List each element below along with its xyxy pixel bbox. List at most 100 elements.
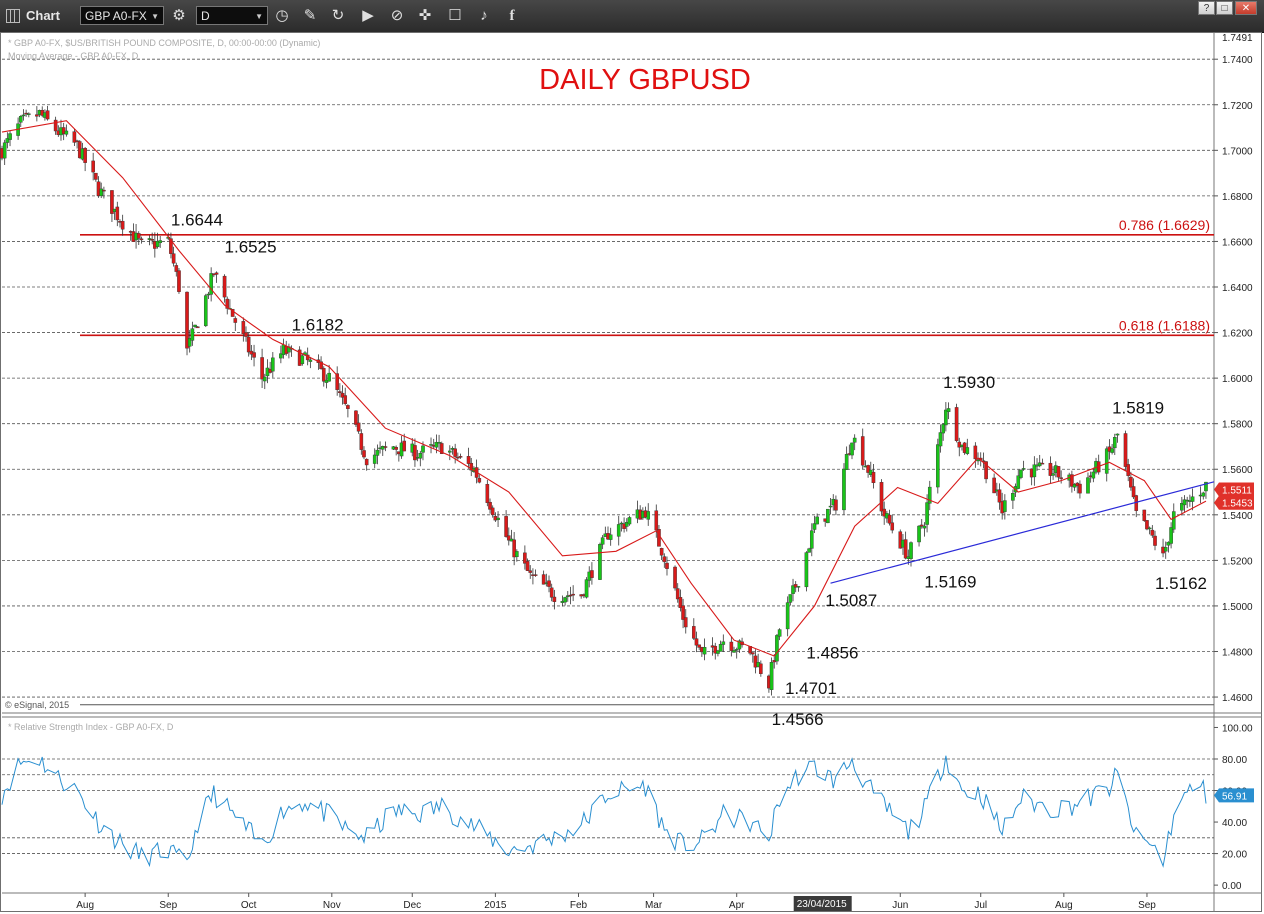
candle-body bbox=[490, 507, 495, 516]
candle-body bbox=[659, 548, 664, 556]
candle-body bbox=[804, 552, 809, 588]
candle-body bbox=[94, 172, 98, 180]
x-tick-label: Aug bbox=[76, 900, 94, 911]
candle-body bbox=[375, 449, 380, 456]
candle-body bbox=[922, 525, 927, 529]
candle-body bbox=[890, 522, 895, 531]
candle bbox=[616, 515, 621, 546]
chart-canvas[interactable]: 0.786 (1.6629) 0.618 (1.6188) 1.66441.652… bbox=[0, 0, 1264, 914]
candle-body bbox=[458, 456, 463, 458]
candle-body bbox=[203, 295, 208, 327]
candle bbox=[225, 296, 230, 315]
rsi-header: * Relative Strength Index - GBP A0-FX, D bbox=[8, 722, 174, 732]
candle-body bbox=[834, 499, 838, 511]
candle bbox=[608, 527, 613, 546]
price-annotation: 1.5087 bbox=[825, 591, 877, 610]
candle-body bbox=[788, 594, 793, 603]
candle bbox=[364, 458, 369, 471]
candle-body bbox=[1051, 473, 1055, 476]
candle bbox=[590, 562, 594, 585]
price-annotation: 1.5819 bbox=[1112, 398, 1164, 417]
candle-body bbox=[362, 450, 366, 458]
candle-body bbox=[343, 395, 348, 404]
candle bbox=[917, 525, 921, 547]
candle bbox=[1134, 494, 1139, 518]
candle-body bbox=[271, 357, 275, 372]
price-tick-label: 1.5800 bbox=[1222, 420, 1253, 431]
candle-body bbox=[171, 253, 176, 264]
candle-body bbox=[102, 189, 106, 192]
candle-body bbox=[466, 456, 471, 464]
candle-body bbox=[954, 407, 959, 441]
candle bbox=[842, 463, 846, 515]
candle-body bbox=[485, 484, 490, 503]
candle-body bbox=[860, 436, 865, 466]
price-tick-label: 1.6600 bbox=[1222, 237, 1253, 248]
candle bbox=[260, 348, 264, 388]
candle-body bbox=[244, 332, 248, 337]
candle bbox=[1011, 489, 1015, 509]
candle-body bbox=[590, 570, 594, 578]
candle bbox=[252, 344, 256, 367]
candle bbox=[973, 442, 978, 468]
x-tick-label: Feb bbox=[570, 900, 588, 911]
candle-body bbox=[871, 471, 876, 484]
candle-body bbox=[887, 514, 892, 524]
candle-body bbox=[515, 551, 519, 558]
candle bbox=[1040, 458, 1045, 465]
last-price-tag: 1.5511 bbox=[1214, 482, 1254, 497]
candle bbox=[936, 438, 940, 494]
candle-body bbox=[1126, 464, 1130, 476]
candle bbox=[346, 404, 350, 418]
candle-body bbox=[1153, 535, 1157, 546]
candle-body bbox=[826, 508, 830, 524]
candle-body bbox=[158, 240, 163, 244]
candle bbox=[692, 618, 696, 641]
candle-body bbox=[496, 517, 500, 520]
candle-body bbox=[354, 410, 358, 425]
price-tick-label: 1.6800 bbox=[1222, 192, 1253, 203]
candle-body bbox=[549, 587, 554, 598]
candle bbox=[496, 511, 500, 527]
candle-body bbox=[769, 662, 774, 690]
x-tick-label: Aug bbox=[1055, 900, 1073, 911]
price-annotation: 1.6182 bbox=[292, 316, 344, 335]
candle-body bbox=[1112, 437, 1117, 449]
candle bbox=[504, 510, 508, 538]
candle bbox=[1056, 466, 1061, 482]
candle-body bbox=[525, 561, 530, 571]
rsi-tick-label: 100.00 bbox=[1222, 723, 1253, 734]
candle bbox=[83, 146, 87, 172]
candle-body bbox=[477, 478, 482, 483]
candle-body bbox=[1021, 468, 1026, 470]
candle-body bbox=[359, 433, 364, 450]
chart-title: DAILY GBPUSD bbox=[539, 64, 751, 96]
candle-body bbox=[364, 458, 369, 466]
candle bbox=[850, 442, 854, 460]
candle-body bbox=[1171, 511, 1176, 530]
candle bbox=[769, 657, 774, 696]
candle-body bbox=[421, 445, 425, 453]
candle bbox=[418, 450, 423, 467]
candle-body bbox=[53, 119, 58, 132]
candle-body bbox=[1040, 462, 1045, 465]
price-annotation: 1.4566 bbox=[772, 710, 824, 729]
candle-body bbox=[1150, 529, 1155, 536]
candle-body bbox=[1019, 469, 1023, 478]
candle bbox=[343, 387, 348, 406]
fib-level-label: 0.786 (1.6629) bbox=[1119, 217, 1210, 233]
candle-body bbox=[807, 548, 811, 553]
candle-body bbox=[616, 524, 621, 537]
candle-body bbox=[552, 596, 557, 602]
candle bbox=[826, 508, 830, 524]
candle bbox=[903, 531, 908, 560]
candle bbox=[804, 551, 809, 592]
candle-body bbox=[115, 206, 120, 221]
rsi-tick-label: 0.00 bbox=[1222, 881, 1242, 892]
candle bbox=[702, 638, 707, 661]
candle bbox=[796, 586, 801, 592]
candle bbox=[177, 267, 181, 294]
candle bbox=[1142, 509, 1147, 522]
candle-body bbox=[356, 422, 361, 432]
x-tick-label: Apr bbox=[729, 900, 745, 911]
